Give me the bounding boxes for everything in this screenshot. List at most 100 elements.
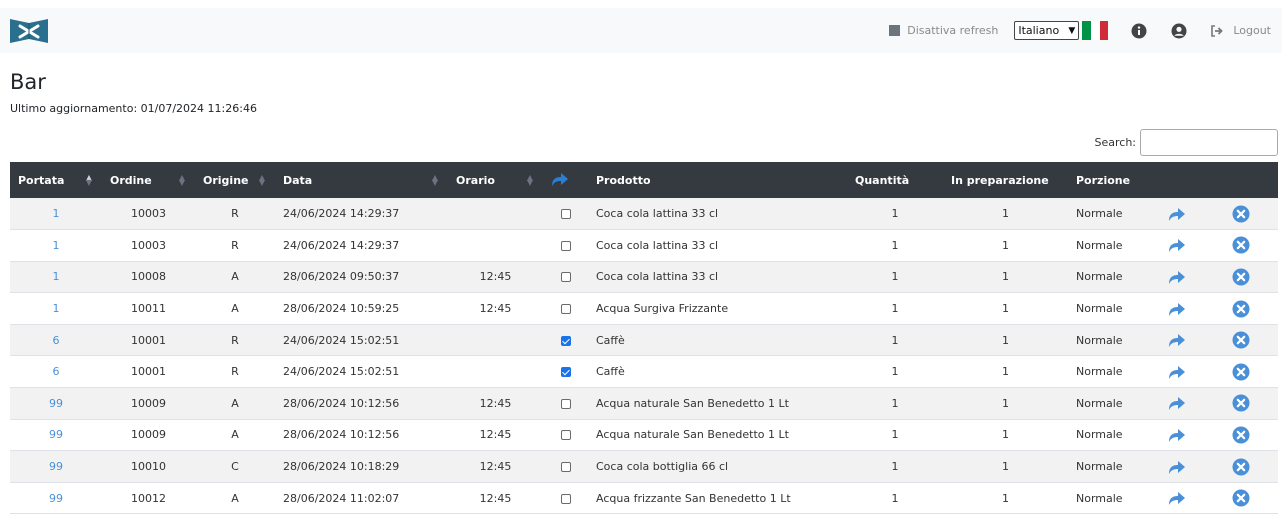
cancel-cell — [1204, 293, 1278, 325]
portata-link[interactable]: 6 — [53, 365, 60, 378]
portata-link[interactable]: 1 — [53, 302, 60, 315]
close-circle-icon[interactable] — [1232, 394, 1250, 412]
preparazione-cell: 1 — [1002, 270, 1009, 284]
quantita-cell: 1 — [891, 333, 899, 347]
orario-cell: 12:45 — [479, 460, 512, 474]
share-arrow-icon[interactable] — [1168, 331, 1186, 349]
forward-cell — [1150, 198, 1204, 230]
data-cell: 28/06/2024 10:18:29 — [283, 460, 400, 474]
share-arrow-icon[interactable] — [1168, 426, 1186, 444]
col-ordine[interactable]: Ordine ▲ ▼ — [102, 162, 195, 198]
origine-cell: R — [231, 207, 239, 221]
portata-cell: 1 — [10, 230, 102, 262]
row-checkbox[interactable] — [560, 398, 571, 409]
portata-link[interactable]: 6 — [53, 334, 60, 347]
close-circle-icon[interactable] — [1232, 300, 1250, 318]
ordine-cell: 10009 — [131, 396, 166, 410]
porzione-cell: Normale — [1076, 302, 1123, 316]
share-arrow-icon[interactable] — [1168, 394, 1186, 412]
col-data[interactable]: Data ▲ ▼ — [275, 162, 448, 198]
row-checkbox[interactable] — [560, 335, 571, 346]
close-circle-icon[interactable] — [1232, 268, 1250, 286]
language-select[interactable]: Italiano ▼ — [1014, 21, 1080, 40]
table-row: 99 10009 A 28/06/2024 10:12:56 12:45 Acqua na… — [10, 387, 1278, 420]
preparazione-cell: 1 — [1002, 365, 1009, 379]
portata-link[interactable]: 1 — [53, 239, 60, 252]
portata-link[interactable]: 1 — [53, 207, 60, 220]
row-checkbox[interactable] — [560, 240, 571, 251]
close-circle-icon[interactable] — [1232, 236, 1250, 254]
portata-link[interactable]: 1 — [53, 270, 60, 283]
quantita-cell: 1 — [891, 238, 899, 252]
orario-cell — [448, 324, 543, 356]
select-cell — [543, 198, 588, 230]
origine-cell: R — [231, 365, 239, 379]
share-arrow-icon[interactable] — [1168, 458, 1186, 476]
cancel-cell — [1204, 356, 1278, 388]
col-orario[interactable]: Orario ▲ ▼ — [448, 162, 543, 198]
quantita-cell: 1 — [891, 207, 899, 221]
quantita-cell: 1 — [891, 396, 899, 410]
forward-cell — [1150, 482, 1204, 514]
data-cell: 24/06/2024 14:29:37 — [283, 207, 400, 221]
row-checkbox[interactable] — [560, 272, 571, 283]
cancel-cell — [1204, 230, 1278, 262]
select-cell — [543, 356, 588, 388]
prodotto-cell: Coca cola bottiglia 66 cl — [596, 460, 729, 474]
close-circle-icon[interactable] — [1232, 426, 1250, 444]
row-checkbox[interactable] — [560, 209, 571, 220]
prodotto-cell: Coca cola lattina 33 cl — [596, 238, 719, 252]
row-checkbox[interactable] — [560, 493, 571, 504]
forward-cell — [1150, 293, 1204, 325]
row-checkbox[interactable] — [560, 304, 571, 315]
info-icon[interactable] — [1131, 23, 1147, 39]
prodotto-cell: Acqua naturale San Benedetto 1 Lt — [596, 428, 789, 442]
origine-cell: C — [231, 460, 239, 474]
table-row: 1 10008 A 28/06/2024 09:50:37 12:45 Coca cola… — [10, 261, 1278, 293]
porzione-cell: Normale — [1076, 396, 1123, 410]
col-forward[interactable] — [543, 162, 588, 198]
origine-cell: A — [231, 302, 239, 316]
share-arrow-icon[interactable] — [1168, 268, 1186, 286]
close-circle-icon[interactable] — [1232, 205, 1250, 223]
prodotto-cell: Coca cola lattina 33 cl — [596, 270, 719, 284]
search-input[interactable] — [1140, 129, 1278, 156]
porzione-cell: Normale — [1076, 207, 1123, 221]
table-header-row: Portata ▲ ▼ Ordine ▲ ▼ Origine ▲ ▼ Data ▲ ▼ Orar… — [10, 162, 1278, 198]
portata-link[interactable]: 99 — [49, 460, 63, 473]
row-checkbox[interactable] — [560, 462, 571, 473]
close-circle-icon[interactable] — [1232, 331, 1250, 349]
col-action-forward — [1150, 162, 1204, 198]
share-arrow-icon[interactable] — [1168, 300, 1186, 318]
share-arrow-icon[interactable] — [1168, 489, 1186, 507]
logout-button[interactable]: Logout — [1211, 24, 1271, 37]
prodotto-cell: Acqua naturale San Benedetto 1 Lt — [596, 396, 789, 410]
row-checkbox[interactable] — [560, 430, 571, 441]
close-circle-icon[interactable] — [1232, 458, 1250, 476]
row-checkbox[interactable] — [560, 367, 571, 378]
ordine-cell: 10009 — [131, 428, 166, 442]
user-icon[interactable] — [1171, 23, 1187, 39]
share-arrow-icon[interactable] — [1168, 205, 1186, 223]
portata-link[interactable]: 99 — [49, 397, 63, 410]
origine-cell: R — [231, 333, 239, 347]
cancel-cell — [1204, 482, 1278, 514]
col-portata[interactable]: Portata ▲ ▼ — [10, 162, 102, 198]
portata-link[interactable]: 99 — [49, 492, 63, 505]
last-update-text: Ultimo aggiornamento: 01/07/2024 11:26:4… — [10, 102, 257, 115]
share-arrow-icon[interactable] — [1168, 236, 1186, 254]
porzione-cell: Normale — [1076, 365, 1123, 379]
forward-cell — [1150, 261, 1204, 293]
sign-out-icon — [1211, 24, 1224, 37]
col-origine[interactable]: Origine ▲ ▼ — [195, 162, 275, 198]
portata-link[interactable]: 99 — [49, 428, 63, 441]
prodotto-cell: Caffè — [596, 333, 625, 347]
close-circle-icon[interactable] — [1232, 363, 1250, 381]
portata-cell: 6 — [10, 356, 102, 388]
disable-refresh-button[interactable]: Disattiva refresh — [889, 24, 998, 37]
origine-cell: A — [231, 396, 239, 410]
navbar: Disattiva refresh Italiano ▼ Logout — [0, 8, 1282, 53]
share-arrow-icon[interactable] — [1168, 363, 1186, 381]
close-circle-icon[interactable] — [1232, 489, 1250, 507]
logo-icon[interactable] — [9, 16, 49, 46]
